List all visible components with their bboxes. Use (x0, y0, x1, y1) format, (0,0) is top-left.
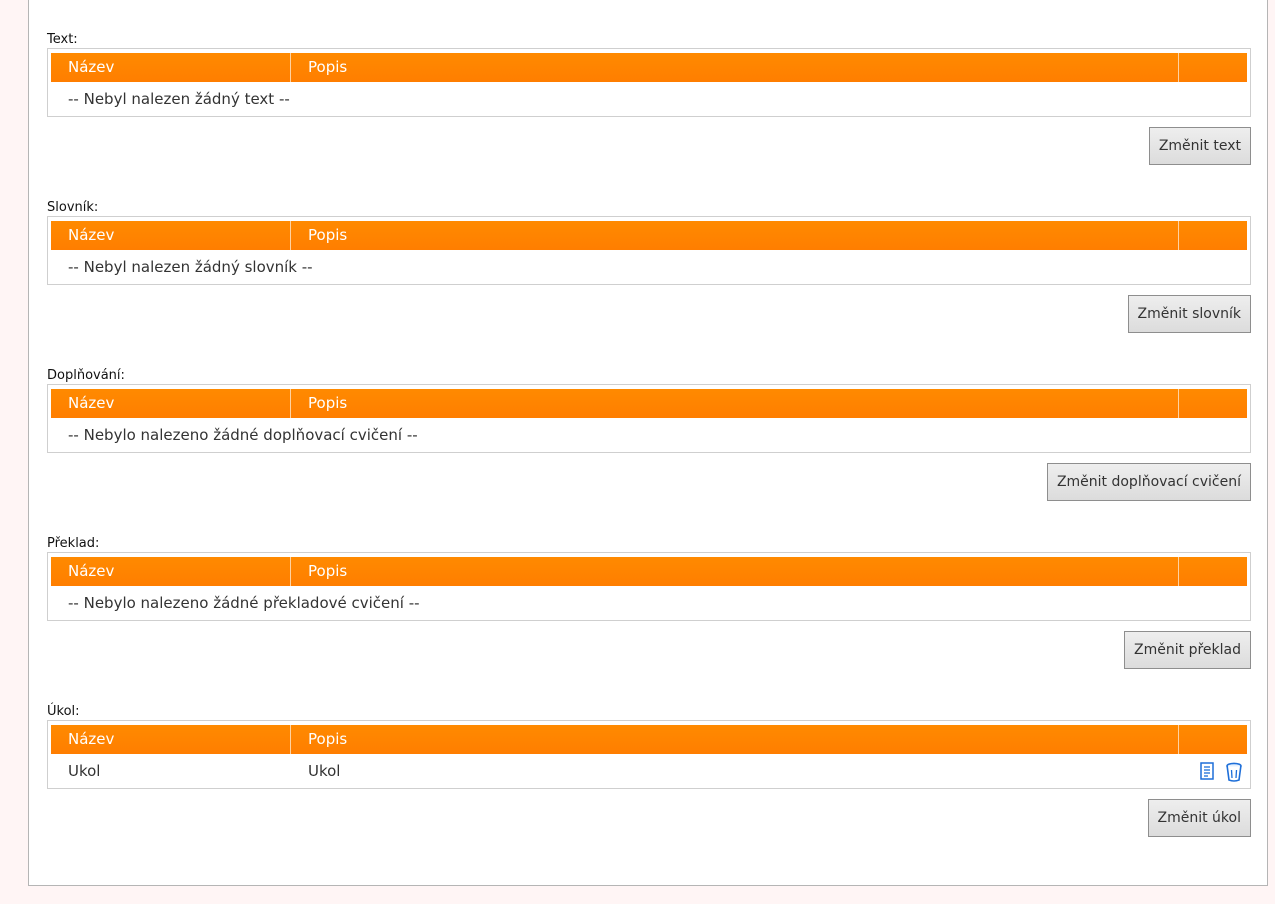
table-row: Ukol Ukol (51, 758, 1247, 784)
empty-message: -- Nebylo nalezeno žádné doplňovací cvič… (68, 426, 418, 444)
column-header-actions (1179, 53, 1247, 82)
column-header-actions (1179, 389, 1247, 418)
column-header-name[interactable]: Název (51, 221, 291, 250)
column-header-actions (1179, 557, 1247, 586)
column-header-description[interactable]: Popis (291, 53, 1179, 82)
task-name-cell: Ukol (68, 762, 101, 780)
section-label: Text: (47, 32, 78, 47)
fill-in-table: Název Popis -- Nebylo nalezeno žádné dop… (47, 384, 1251, 453)
section-label: Doplňování: (47, 368, 125, 383)
section-label: Slovník: (47, 200, 99, 215)
change-dictionary-button[interactable]: Změnit slovník (1127, 295, 1251, 333)
column-header-actions (1179, 221, 1247, 250)
table-header: Název Popis (51, 53, 1247, 82)
column-header-description[interactable]: Popis (291, 221, 1179, 250)
task-actions-cell (1179, 758, 1247, 784)
change-task-button[interactable]: Změnit úkol (1147, 799, 1251, 837)
task-table: Název Popis Ukol Ukol (47, 720, 1251, 789)
column-header-description[interactable]: Popis (291, 725, 1179, 754)
content-panel: Text: Název Popis -- Nebyl nalezen žádný… (28, 0, 1268, 886)
trash-icon[interactable] (1225, 762, 1242, 782)
column-header-name[interactable]: Název (51, 557, 291, 586)
empty-message: -- Nebylo nalezeno žádné překladové cvič… (68, 594, 420, 612)
empty-message: -- Nebyl nalezen žádný slovník -- (68, 258, 313, 276)
column-header-name[interactable]: Název (51, 389, 291, 418)
document-icon[interactable] (1199, 762, 1215, 780)
change-text-button[interactable]: Změnit text (1148, 127, 1251, 165)
dictionary-table: Název Popis -- Nebyl nalezen žádný slovn… (47, 216, 1251, 285)
change-translation-button[interactable]: Změnit překlad (1124, 631, 1251, 669)
column-header-name[interactable]: Název (51, 725, 291, 754)
table-header: Název Popis (51, 725, 1247, 754)
column-header-name[interactable]: Název (51, 53, 291, 82)
translation-table: Název Popis -- Nebylo nalezeno žádné pře… (47, 552, 1251, 621)
column-header-description[interactable]: Popis (291, 389, 1179, 418)
column-header-actions (1179, 725, 1247, 754)
table-header: Název Popis (51, 557, 1247, 586)
section-label: Překlad: (47, 536, 100, 551)
section-label: Úkol: (47, 704, 80, 719)
table-header: Název Popis (51, 389, 1247, 418)
change-fill-in-button[interactable]: Změnit doplňovací cvičení (1046, 463, 1251, 501)
table-header: Název Popis (51, 221, 1247, 250)
column-header-description[interactable]: Popis (291, 557, 1179, 586)
text-table: Název Popis -- Nebyl nalezen žádný text … (47, 48, 1251, 117)
task-description-cell: Ukol (308, 762, 341, 780)
empty-message: -- Nebyl nalezen žádný text -- (68, 90, 290, 108)
